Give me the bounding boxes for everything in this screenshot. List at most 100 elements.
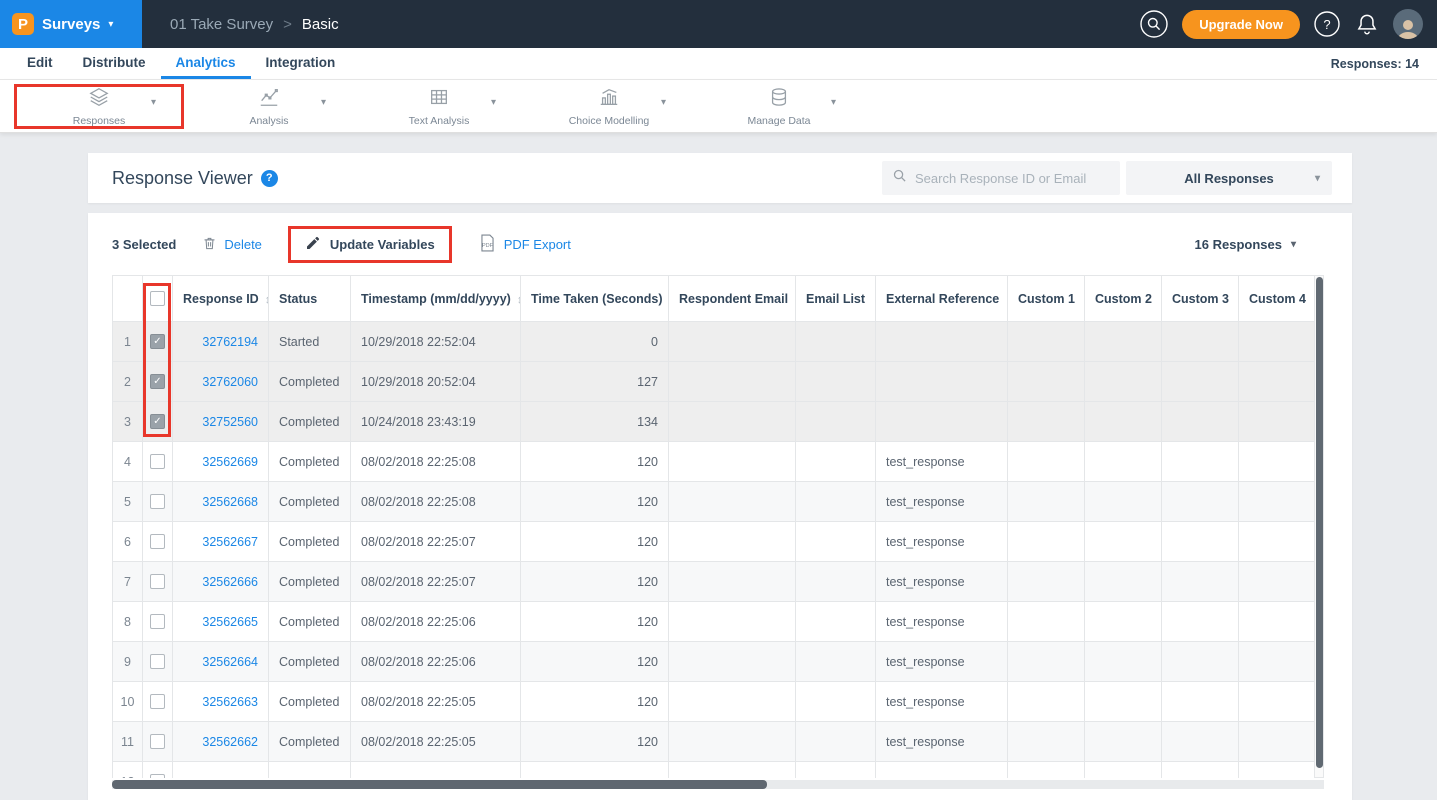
search-input[interactable] (915, 171, 1110, 186)
chevron-down-icon[interactable]: ▾ (151, 97, 156, 108)
column-header-custom-3[interactable]: Custom 3 (1162, 276, 1239, 322)
timestamp-cell: 08/02/2018 22:25:07 (351, 522, 521, 562)
column-header-label: Respondent Email (679, 292, 788, 306)
custom-3-cell (1162, 402, 1239, 442)
response-id-link[interactable]: 32762060 (202, 375, 258, 389)
help-badge-icon[interactable]: ? (261, 170, 278, 187)
breadcrumb-current-page: Basic (302, 16, 339, 33)
status-cell: Completed (269, 442, 351, 482)
row-select-cell: ✓ (143, 362, 173, 402)
timestamp-cell: 08/02/2018 22:25:05 (351, 682, 521, 722)
tab-distribute[interactable]: Distribute (68, 48, 161, 79)
row-checkbox[interactable] (150, 654, 165, 669)
external-reference-cell: test_response (876, 602, 1008, 642)
custom-4-cell (1239, 642, 1315, 682)
tab-analytics[interactable]: Analytics (161, 48, 251, 79)
search-icon (892, 168, 907, 188)
custom-3-cell (1162, 682, 1239, 722)
index-column-header (113, 276, 143, 322)
sort-icon[interactable]: ↕ (265, 294, 269, 306)
timestamp-cell: 10/29/2018 20:52:04 (351, 362, 521, 402)
column-header-respondent-email[interactable]: Respondent Email (669, 276, 796, 322)
response-id-link[interactable]: 32752560 (202, 415, 258, 429)
row-checkbox[interactable]: ✓ (150, 374, 165, 389)
response-id-link[interactable]: 32562663 (202, 695, 258, 709)
response-id-link[interactable]: 32562662 (202, 735, 258, 749)
row-checkbox[interactable] (150, 454, 165, 469)
main-content: Response Viewer ? All Responses ▾ 3 Sele… (0, 133, 1437, 800)
responses-count-dropdown[interactable]: 16 Responses ▾ (1195, 237, 1328, 252)
column-header-custom-4[interactable]: Custom 4 (1239, 276, 1315, 322)
notifications-bell-icon[interactable] (1354, 11, 1380, 37)
row-checkbox[interactable] (150, 734, 165, 749)
response-id-link[interactable]: 32562669 (202, 455, 258, 469)
column-header-email-list[interactable]: Email List (796, 276, 876, 322)
update-variables-button[interactable]: Update Variables (288, 226, 452, 263)
column-header-timestamp-mm-dd-yyyy[interactable]: Timestamp (mm/dd/yyyy)↕ (351, 276, 521, 322)
tab-edit[interactable]: Edit (12, 48, 68, 79)
chevron-down-icon[interactable]: ▾ (831, 97, 836, 108)
column-header-external-reference[interactable]: External Reference (876, 276, 1008, 322)
user-avatar[interactable] (1393, 9, 1423, 39)
breadcrumb-separator: > (283, 16, 292, 33)
toolbar-item-label: Manage Data (747, 115, 810, 127)
chevron-down-icon[interactable]: ▾ (321, 97, 326, 108)
external-reference-cell (876, 402, 1008, 442)
response-id-cell: 32562668 (173, 482, 269, 522)
pencil-icon (305, 235, 321, 254)
tab-integration[interactable]: Integration (251, 48, 351, 79)
row-checkbox[interactable]: ✓ (150, 414, 165, 429)
response-id-link[interactable]: 32562665 (202, 615, 258, 629)
column-header-label: Custom 1 (1018, 292, 1075, 306)
respondent-email-cell (669, 322, 796, 362)
upgrade-now-button[interactable]: Upgrade Now (1182, 10, 1300, 39)
row-checkbox[interactable] (150, 614, 165, 629)
status-cell: Completed (269, 642, 351, 682)
response-id-link[interactable]: 32562664 (202, 655, 258, 669)
toolbar-item-manage-data[interactable]: Manage Data ▾ (694, 80, 864, 132)
row-checkbox[interactable] (150, 574, 165, 589)
row-checkbox[interactable] (150, 534, 165, 549)
response-filter-dropdown[interactable]: All Responses ▾ (1126, 161, 1332, 195)
response-id-link[interactable]: 32562668 (202, 495, 258, 509)
pdf-export-button[interactable]: PDF PDF Export (478, 233, 571, 256)
column-header-custom-2[interactable]: Custom 2 (1085, 276, 1162, 322)
chevron-down-icon: ▾ (1315, 173, 1320, 184)
row-checkbox[interactable] (150, 774, 165, 778)
custom-1-cell (1008, 602, 1085, 642)
column-header-time-taken-seconds[interactable]: Time Taken (Seconds)↕ (521, 276, 669, 322)
top-navbar: P Surveys ▾ 01 Take Survey > Basic Upgra… (0, 0, 1437, 48)
response-id-link[interactable]: 32762194 (202, 335, 258, 349)
row-checkbox[interactable] (150, 494, 165, 509)
toolbar-item-choice-modelling[interactable]: Choice Modelling ▾ (524, 80, 694, 132)
help-icon[interactable]: ? (1313, 10, 1341, 38)
response-id-link[interactable]: 32562667 (202, 535, 258, 549)
table-row: 632562667Completed08/02/2018 22:25:07120… (113, 522, 1315, 562)
toolbar-item-text-analysis[interactable]: Text Analysis ▾ (354, 80, 524, 132)
horizontal-scrollbar-thumb[interactable] (112, 780, 767, 789)
column-header-status[interactable]: Status (269, 276, 351, 322)
breadcrumb-survey-name[interactable]: 01 Take Survey (170, 16, 273, 33)
column-header-custom-1[interactable]: Custom 1 (1008, 276, 1085, 322)
delete-button[interactable]: Delete (202, 235, 262, 254)
product-menu[interactable]: P Surveys ▾ (0, 0, 142, 48)
horizontal-scrollbar[interactable] (112, 780, 1324, 789)
row-select-cell (143, 482, 173, 522)
chevron-down-icon[interactable]: ▾ (661, 97, 666, 108)
breadcrumb: 01 Take Survey > Basic (170, 16, 339, 33)
row-checkbox[interactable] (150, 694, 165, 709)
vertical-scrollbar-thumb[interactable] (1316, 277, 1323, 768)
toolbar-item-responses[interactable]: Responses ▾ (14, 80, 184, 132)
toolbar-item-analysis[interactable]: Analysis ▾ (184, 80, 354, 132)
chevron-down-icon: ▾ (108, 19, 113, 30)
select-all-checkbox[interactable] (150, 291, 165, 306)
row-checkbox[interactable]: ✓ (150, 334, 165, 349)
vertical-scrollbar[interactable] (1314, 275, 1324, 778)
column-header-response-id[interactable]: Response ID↕ (173, 276, 269, 322)
row-index: 1 (113, 322, 143, 362)
custom-3-cell (1162, 322, 1239, 362)
sort-icon[interactable]: ↕ (517, 294, 521, 306)
search-icon[interactable] (1139, 9, 1169, 39)
response-id-link[interactable]: 32562666 (202, 575, 258, 589)
chevron-down-icon[interactable]: ▾ (491, 97, 496, 108)
